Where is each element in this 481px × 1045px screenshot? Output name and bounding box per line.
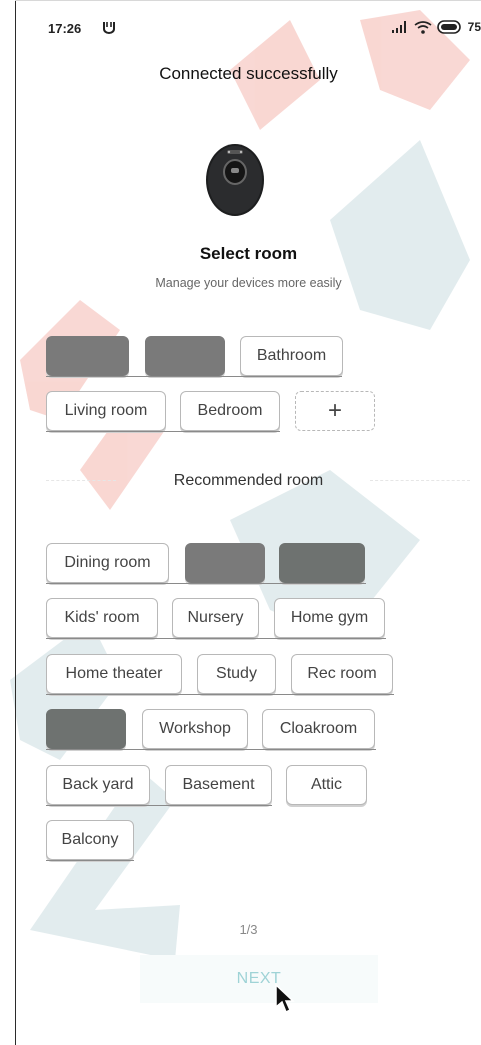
add-room-button[interactable]: +	[295, 391, 375, 431]
room-chip-attic[interactable]: Attic	[286, 765, 367, 805]
room-chip-redacted-5[interactable]	[46, 709, 126, 749]
next-button[interactable]: NEXT	[140, 955, 378, 1003]
row-underline	[46, 638, 386, 639]
room-chip-basement[interactable]: Basement	[165, 765, 272, 805]
battery-icon	[436, 20, 461, 34]
row-underline	[46, 749, 376, 750]
status-time: 17:26	[48, 21, 82, 36]
room-chip-redacted-2[interactable]	[145, 336, 225, 376]
page-indicator: 1/3	[239, 922, 258, 937]
row-underline	[46, 376, 342, 377]
row-underline	[46, 860, 134, 861]
page-title: Connected successfully	[159, 64, 338, 83]
status-bar: 17:26 75	[16, 0, 481, 58]
room-chip-back-yard[interactable]: Back yard	[46, 765, 150, 805]
room-chip-study[interactable]: Study	[197, 654, 276, 694]
room-chip-workshop[interactable]: Workshop	[142, 709, 248, 749]
row-underline	[46, 694, 394, 695]
room-chip-home-gym[interactable]: Home gym	[274, 598, 385, 638]
room-chip-balcony[interactable]: Balcony	[46, 820, 134, 860]
room-chip-kids-room[interactable]: Kids' room	[46, 598, 158, 638]
status-right-group: 75	[391, 20, 481, 34]
row-underline	[46, 431, 280, 432]
mouse-cursor-icon	[275, 983, 295, 1014]
select-room-subheading: Manage your devices more easily	[155, 276, 342, 290]
room-chip-home-theater[interactable]: Home theater	[46, 654, 182, 694]
battery-percent: 75	[467, 20, 481, 34]
room-chip-redacted-4[interactable]	[279, 543, 365, 583]
frame-left-border	[15, 0, 16, 1045]
room-chip-bathroom[interactable]: Bathroom	[240, 336, 343, 376]
row-underline	[46, 583, 366, 584]
wifi-icon	[414, 20, 432, 34]
divider-right	[370, 480, 470, 482]
room-chip-living-room[interactable]: Living room	[46, 391, 166, 431]
signal-icon	[391, 21, 406, 33]
room-chip-rec-room[interactable]: Rec room	[291, 654, 393, 694]
robot-vacuum-icon	[206, 144, 264, 216]
select-room-heading: Select room	[199, 244, 298, 263]
room-chip-redacted-3[interactable]	[185, 543, 265, 583]
room-chip-redacted-1[interactable]	[46, 336, 129, 376]
app-notification-icon	[103, 22, 115, 34]
room-chip-nursery[interactable]: Nursery	[172, 598, 259, 638]
room-chip-bedroom[interactable]: Bedroom	[180, 391, 280, 431]
room-chip-cloakroom[interactable]: Cloakroom	[262, 709, 375, 749]
row-underline	[46, 805, 272, 806]
room-chip-dining-room[interactable]: Dining room	[46, 543, 169, 583]
